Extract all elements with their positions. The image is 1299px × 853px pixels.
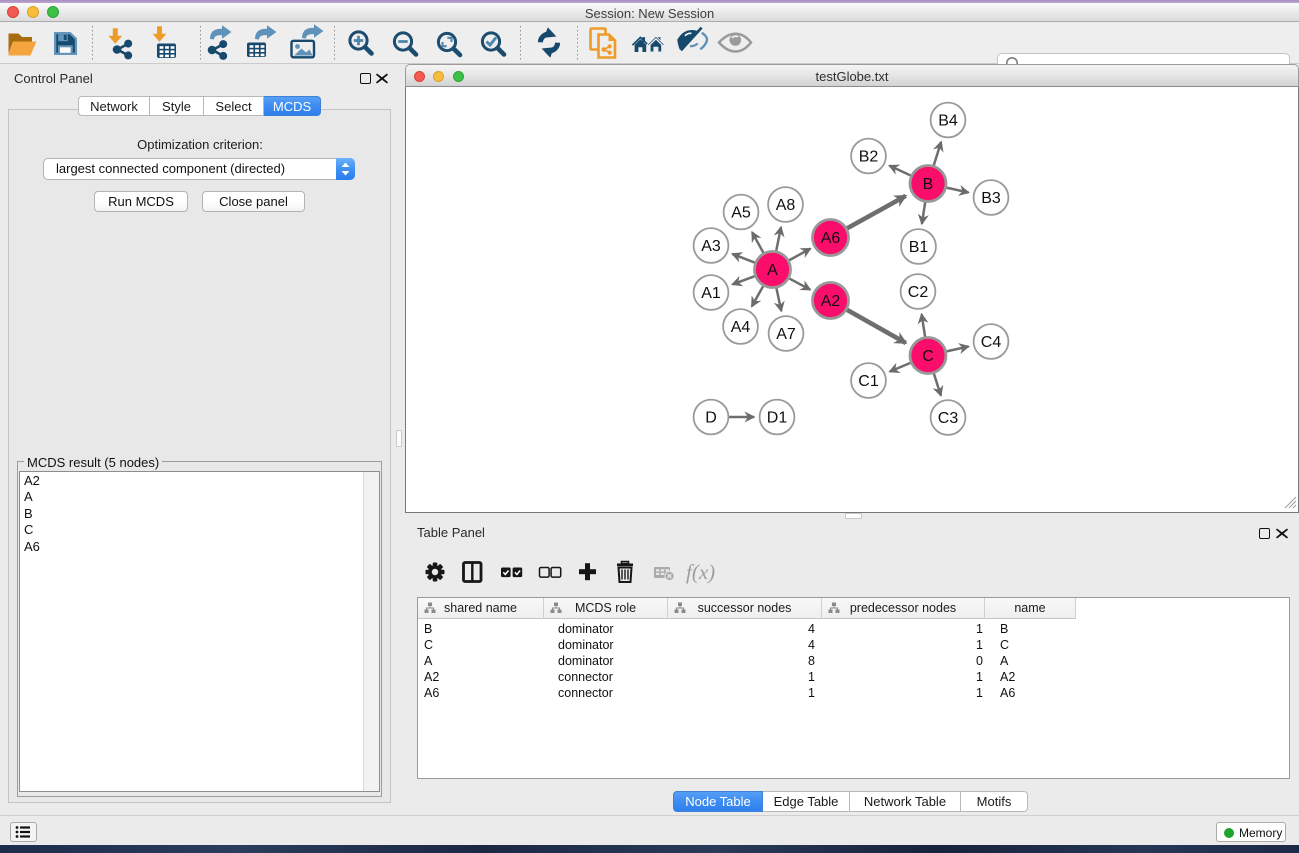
svg-text:B3: B3 bbox=[981, 190, 1001, 207]
svg-text:A3: A3 bbox=[701, 238, 721, 255]
svg-text:A6: A6 bbox=[821, 230, 841, 247]
svg-text:C2: C2 bbox=[908, 284, 929, 301]
svg-text:B: B bbox=[923, 176, 934, 193]
svg-text:A1: A1 bbox=[701, 285, 721, 302]
svg-text:C4: C4 bbox=[981, 334, 1002, 351]
svg-text:B2: B2 bbox=[859, 149, 879, 166]
svg-text:C3: C3 bbox=[938, 410, 959, 427]
svg-text:A: A bbox=[767, 262, 778, 279]
svg-text:A7: A7 bbox=[776, 326, 796, 343]
svg-text:C: C bbox=[922, 348, 934, 365]
svg-text:A2: A2 bbox=[821, 293, 841, 310]
svg-text:A5: A5 bbox=[731, 205, 751, 222]
svg-text:A8: A8 bbox=[776, 197, 796, 214]
svg-text:C1: C1 bbox=[858, 373, 879, 390]
svg-text:A4: A4 bbox=[731, 319, 751, 336]
svg-text:D1: D1 bbox=[767, 410, 788, 427]
svg-text:B1: B1 bbox=[909, 239, 929, 256]
svg-text:f(x): f(x) bbox=[686, 560, 715, 584]
svg-text:D: D bbox=[705, 410, 717, 427]
svg-text:B4: B4 bbox=[938, 113, 958, 130]
